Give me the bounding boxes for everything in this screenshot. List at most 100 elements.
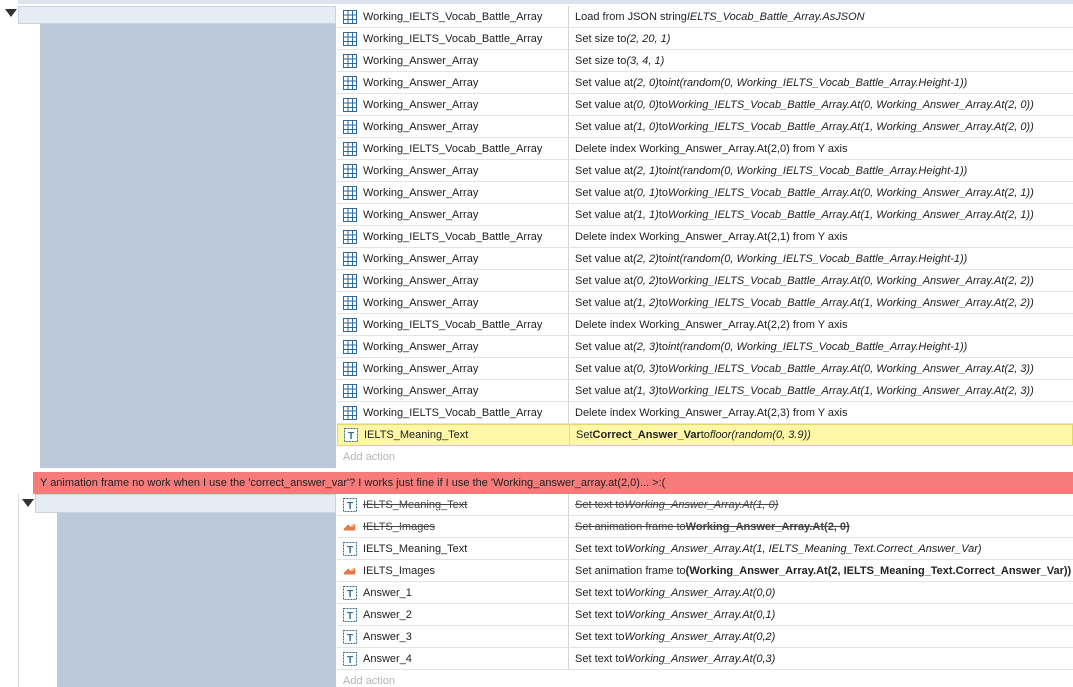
action-text-segment: Set text to bbox=[575, 652, 625, 665]
action-text-segment: Set text to bbox=[575, 630, 625, 643]
action-text-segment: Working_IELTS_Vocab_Battle_Array.At(0, W… bbox=[667, 274, 1034, 287]
array-icon-part bbox=[343, 317, 357, 332]
action-text-segment: Correct_Answer_Var bbox=[592, 429, 701, 441]
action-object-name: Working_Answer_Array bbox=[363, 252, 479, 265]
action-row[interactable]: Working_Answer_Array Set value at (2, 2) … bbox=[337, 248, 1073, 270]
collapse-triangle-icon[interactable] bbox=[5, 9, 17, 17]
array-icon bbox=[343, 295, 357, 310]
action-text-segment: int(random(0, Working_IELTS_Vocab_Battle… bbox=[667, 164, 968, 177]
action-row[interactable]: Working_Answer_Array Set value at (2, 1) … bbox=[337, 160, 1073, 182]
event-top-border bbox=[18, 0, 1073, 4]
action-object-name: IELTS_Meaning_Text bbox=[363, 498, 468, 511]
action-row[interactable]: Working_IELTS_Vocab_Battle_Array Delete i… bbox=[337, 314, 1073, 336]
action-row[interactable]: Working_Answer_Array Set size to (3, 4, 1… bbox=[337, 50, 1073, 72]
event-condition-column[interactable] bbox=[40, 24, 336, 468]
array-icon bbox=[343, 163, 357, 178]
action-row[interactable]: T IELTS_Meaning_Text Set text to Working_A… bbox=[337, 494, 1073, 516]
action-row[interactable]: T Answer_3 Set text to Working_Answer_Arra… bbox=[337, 626, 1073, 648]
action-row[interactable]: Working_Answer_Array Set value at (2, 3) … bbox=[337, 336, 1073, 358]
action-description: Delete index Working_Answer_Array.At(2,2… bbox=[568, 314, 1073, 335]
collapse-triangle-icon-2[interactable] bbox=[22, 499, 34, 507]
action-text-segment: Working_IELTS_Vocab_Battle_Array.At(1, W… bbox=[667, 208, 1034, 221]
array-icon-part bbox=[343, 75, 357, 90]
action-text-segment: to bbox=[658, 274, 668, 287]
action-description: Set value at (0, 0) to Working_IELTS_Voc… bbox=[568, 94, 1073, 115]
action-description: Set animation frame to (Working_Answer_A… bbox=[568, 560, 1073, 581]
action-text-segment: Set text to bbox=[575, 586, 625, 599]
action-row[interactable]: Working_Answer_Array Set value at (1, 1) … bbox=[337, 204, 1073, 226]
event-2-actions: T IELTS_Meaning_Text Set text to Working_A… bbox=[337, 494, 1073, 687]
action-object-name: Working_IELTS_Vocab_Battle_Array bbox=[363, 230, 543, 243]
action-row[interactable]: Working_IELTS_Vocab_Battle_Array Delete i… bbox=[337, 226, 1073, 248]
action-row[interactable]: IELTS_Images Set animation frame to (Work… bbox=[337, 560, 1073, 582]
action-row[interactable]: Working_Answer_Array Set value at (1, 2) … bbox=[337, 292, 1073, 314]
action-row[interactable]: Working_Answer_Array Set value at (1, 0) … bbox=[337, 116, 1073, 138]
action-text-segment: Set value at bbox=[575, 120, 634, 133]
action-text-segment: to bbox=[658, 252, 668, 265]
action-text-segment: Working_Answer_Array.At(0,3) bbox=[624, 652, 776, 665]
action-description: Delete index Working_Answer_Array.At(2,1… bbox=[568, 226, 1073, 247]
array-icon-part bbox=[343, 405, 357, 420]
action-text-segment: Set animation frame to bbox=[575, 520, 686, 533]
action-text-segment: (2, 1) bbox=[633, 164, 659, 177]
action-description: Set text to Working_Answer_Array.At(1, I… bbox=[568, 538, 1073, 559]
action-row[interactable]: IELTS_Images Set animation frame to Worki… bbox=[337, 516, 1073, 538]
action-row[interactable]: Working_Answer_Array Set value at (2, 0) … bbox=[337, 72, 1073, 94]
action-row[interactable]: Working_Answer_Array Set value at (0, 3) … bbox=[337, 358, 1073, 380]
event-condition-header[interactable] bbox=[18, 6, 336, 24]
array-icon-part bbox=[343, 229, 357, 244]
action-text-segment: Set bbox=[576, 429, 593, 441]
action-text-segment: (1, 2) bbox=[633, 296, 659, 309]
action-text-segment: (1, 1) bbox=[633, 208, 659, 221]
action-row[interactable]: Working_IELTS_Vocab_Battle_Array Set size… bbox=[337, 28, 1073, 50]
action-text-segment: Set value at bbox=[575, 76, 634, 89]
action-text-segment: (0, 0) bbox=[633, 98, 659, 111]
action-text-segment: Set value at bbox=[575, 384, 634, 397]
add-action-link[interactable]: Add action bbox=[343, 675, 395, 687]
action-text-segment: (2, 3) bbox=[633, 340, 659, 353]
action-text-segment: Set value at bbox=[575, 208, 634, 221]
action-object-name: Working_Answer_Array bbox=[363, 384, 479, 397]
action-row[interactable]: Working_IELTS_Vocab_Battle_Array Delete i… bbox=[337, 138, 1073, 160]
action-row[interactable]: Working_IELTS_Vocab_Battle_Array Delete i… bbox=[337, 402, 1073, 424]
comment-bar[interactable]: Y animation frame no work when I use the… bbox=[33, 472, 1073, 494]
action-row[interactable]: T Answer_1 Set text to Working_Answer_Arra… bbox=[337, 582, 1073, 604]
action-text-segment: IELTS_Vocab_Battle_Array.AsJSON bbox=[686, 10, 865, 23]
array-icon-part bbox=[343, 119, 357, 134]
action-row[interactable]: T IELTS_Meaning_Text Set Correct_Answer_Va… bbox=[337, 424, 1073, 446]
array-icon-part bbox=[343, 361, 357, 376]
action-row[interactable]: Working_Answer_Array Set value at (0, 1) … bbox=[337, 182, 1073, 204]
action-object-name: Working_Answer_Array bbox=[363, 274, 479, 287]
action-object-name: Working_IELTS_Vocab_Battle_Array bbox=[363, 142, 543, 155]
action-object-name: Working_Answer_Array bbox=[363, 120, 479, 133]
action-text-segment: (0, 3) bbox=[633, 362, 659, 375]
action-row[interactable]: Working_Answer_Array Set value at (0, 2) … bbox=[337, 270, 1073, 292]
text-icon: T bbox=[343, 541, 357, 556]
event-condition-header-2[interactable] bbox=[35, 494, 336, 513]
array-icon bbox=[343, 141, 357, 156]
add-action-link[interactable]: Add action bbox=[343, 451, 395, 463]
action-row[interactable]: T IELTS_Meaning_Text Set text to Working_A… bbox=[337, 538, 1073, 560]
action-row[interactable]: T Answer_4 Set text to Working_Answer_Arra… bbox=[337, 648, 1073, 670]
action-text-segment: Working_IELTS_Vocab_Battle_Array.At(0, W… bbox=[667, 98, 1034, 111]
action-row[interactable]: Working_Answer_Array Set value at (0, 0) … bbox=[337, 94, 1073, 116]
action-row[interactable]: T Answer_2 Set text to Working_Answer_Arra… bbox=[337, 604, 1073, 626]
array-icon-part bbox=[343, 141, 357, 156]
array-icon bbox=[343, 207, 357, 222]
action-row[interactable]: Working_Answer_Array Set value at (1, 3) … bbox=[337, 380, 1073, 402]
text-icon: T bbox=[343, 607, 357, 622]
action-text-segment: Working_IELTS_Vocab_Battle_Array.At(1, W… bbox=[667, 384, 1034, 397]
array-icon bbox=[343, 229, 357, 244]
action-object-name: Answer_3 bbox=[363, 630, 412, 643]
action-description: Set text to Working_Answer_Array.At(0,1) bbox=[568, 604, 1073, 625]
event-condition-column-2[interactable] bbox=[57, 513, 336, 687]
action-text-segment: to bbox=[658, 186, 668, 199]
action-text-segment: Set value at bbox=[575, 274, 634, 287]
action-description: Set value at (1, 3) to Working_IELTS_Voc… bbox=[568, 380, 1073, 401]
text-icon-part: T bbox=[347, 501, 353, 512]
action-row[interactable]: Working_IELTS_Vocab_Battle_Array Load fro… bbox=[337, 6, 1073, 28]
action-object-name: Working_IELTS_Vocab_Battle_Array bbox=[363, 318, 543, 331]
action-text-segment: int(random(0, Working_IELTS_Vocab_Battle… bbox=[667, 76, 968, 89]
text-icon-part: T bbox=[343, 497, 357, 512]
action-text-segment: Set value at bbox=[575, 340, 634, 353]
